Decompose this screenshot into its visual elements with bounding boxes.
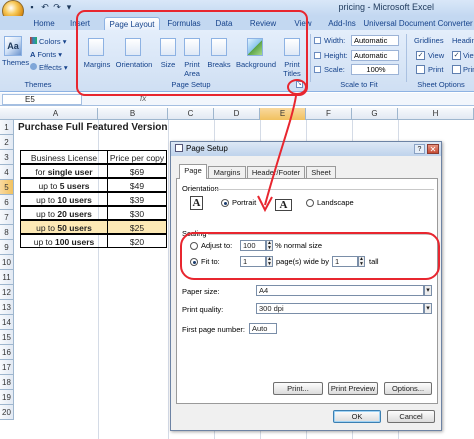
tab-page[interactable]: Page <box>179 164 207 179</box>
annotation-arrow <box>257 95 297 213</box>
annotation-arrow-line <box>264 95 297 206</box>
